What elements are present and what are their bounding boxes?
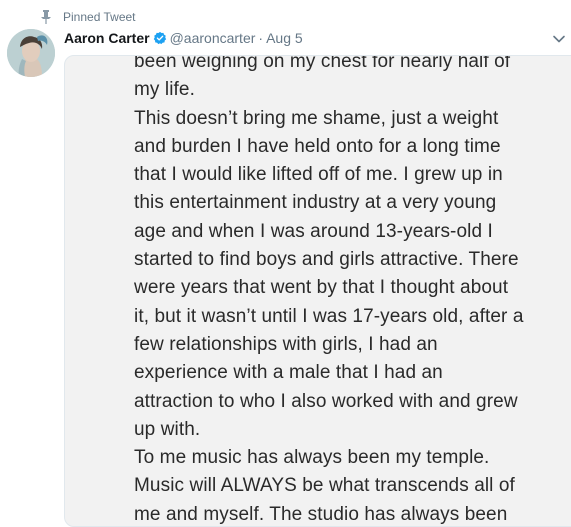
note-line: that I would like lifted off of me. I gr… xyxy=(134,164,503,186)
pinned-label: Pinned Tweet xyxy=(63,10,136,24)
note-line: up with. xyxy=(134,418,201,440)
separator-dot: · xyxy=(258,30,264,46)
note-line: me and myself. The studio has always bee… xyxy=(134,503,508,525)
verified-badge-icon xyxy=(153,31,166,45)
author-handle[interactable]: @aaroncarter xyxy=(170,30,256,46)
note-line: were years that went by that I thought a… xyxy=(134,277,509,299)
pinned-tweet[interactable]: Pinned Tweet Aaron Carter @aaroncarter ·… xyxy=(0,0,571,527)
note-line: Music will ALWAYS be what transcends all… xyxy=(134,475,515,497)
note-line: experience with a male that I had an xyxy=(134,362,443,384)
note-line: few relationships with girls, I had an xyxy=(134,333,438,355)
pin-icon xyxy=(41,10,51,24)
avatar-image xyxy=(7,29,55,77)
tweet-header: Aaron Carter @aaroncarter · Aug 5 xyxy=(64,28,303,48)
note-line: my life. xyxy=(134,79,195,101)
note-line: age and when I was around 13-years-old I xyxy=(134,220,493,242)
note-line: attraction to who I also worked with and… xyxy=(134,390,518,412)
note-line: This doesn’t bring me shame, just a weig… xyxy=(134,107,499,129)
author-name[interactable]: Aaron Carter xyxy=(64,30,150,46)
note-text: been weighing on my chest for nearly hal… xyxy=(134,55,554,526)
tweet-timestamp[interactable]: Aug 5 xyxy=(266,30,303,46)
note-line: this entertainment industry at a very yo… xyxy=(134,192,497,214)
note-line: it, but it wasn’t until I was 17-years o… xyxy=(134,305,524,327)
avatar[interactable] xyxy=(7,29,55,77)
note-line: and burden I have held onto for a long t… xyxy=(134,135,501,157)
note-line: To me music has always been my temple. xyxy=(134,447,490,469)
note-line: been weighing on my chest for nearly hal… xyxy=(134,55,511,72)
tweet-media-image[interactable]: been weighing on my chest for nearly hal… xyxy=(64,55,571,527)
chevron-down-icon[interactable] xyxy=(551,31,567,47)
note-line: started to find boys and girls attractiv… xyxy=(134,249,519,271)
